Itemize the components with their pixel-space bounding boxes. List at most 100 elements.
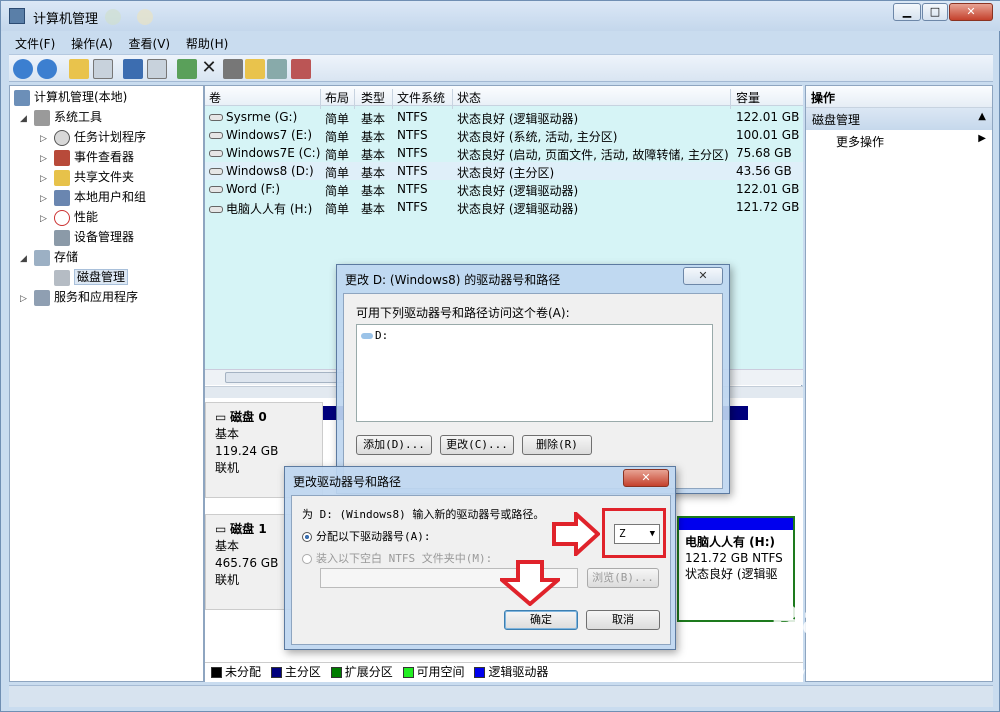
volume-list-header: 卷 布局 类型 文件系统 状态 容量 [205, 86, 803, 109]
services-icon [34, 289, 50, 306]
legend: 未分配 主分区 扩展分区 可用空间 逻辑驱动器 [205, 662, 803, 682]
col-type[interactable]: 类型 [361, 89, 393, 109]
drive-icon [209, 206, 223, 213]
change-letter-path-dialog: 更改驱动器号和路径 ✕ 为 D: (Windows8) 输入新的驱动器号或路径。… [284, 466, 676, 650]
open-folder-icon[interactable] [245, 59, 265, 79]
col-status[interactable]: 状态 [457, 89, 731, 109]
table-row[interactable]: Windows7 (E:) 简单 基本 NTFS 状态良好 (系统, 活动, 主… [205, 126, 803, 144]
tree-item-computer-management[interactable]: 计算机管理(本地) [14, 87, 127, 107]
search-icon[interactable] [267, 59, 287, 79]
tree-item-system-tools[interactable]: ◢ 系统工具 [20, 107, 102, 127]
toolbar: ✕ [9, 54, 993, 82]
dialog1-body: 可用下列驱动器号和路径访问这个卷(A): D: 添加(D)... 更改(C)..… [343, 293, 723, 489]
browse-button[interactable]: 浏览(B)... [587, 568, 659, 588]
actions-section-disk-management[interactable]: 磁盘管理 ▲ [806, 108, 992, 130]
collapsed-arrow-icon[interactable]: ▷ [20, 289, 30, 309]
collapsed-arrow-icon[interactable]: ▷ [40, 149, 50, 169]
table-row-selected[interactable]: Windows8 (D:) 简单 基本 NTFS 状态良好 (主分区) 43.5… [205, 162, 803, 180]
tree-item-device-manager[interactable]: 设备管理器 [54, 227, 134, 247]
properties-icon[interactable] [223, 59, 243, 79]
tree-item-storage[interactable]: ◢ 存储 [20, 247, 78, 267]
delete-icon[interactable]: ✕ [199, 59, 219, 79]
forward-icon[interactable] [37, 59, 57, 79]
tree-item-disk-management[interactable]: 磁盘管理 [54, 267, 129, 287]
tree-item-event-viewer[interactable]: ▷ 事件查看器 [40, 147, 134, 167]
shared-folder-icon [54, 169, 70, 186]
dialog2-close-button[interactable]: ✕ [623, 469, 669, 487]
show-hide-action-pane-icon[interactable] [147, 59, 167, 79]
up-folder-icon[interactable] [69, 59, 89, 79]
legend-swatch-unallocated [211, 667, 222, 678]
tree-item-performance[interactable]: ▷ 性能 [40, 207, 98, 227]
disk-management-icon [54, 269, 70, 286]
drive-icon [361, 333, 373, 339]
back-icon[interactable] [13, 59, 33, 79]
dialog2-title: 更改驱动器号和路径 [293, 475, 402, 489]
col-filesystem[interactable]: 文件系统 [397, 89, 453, 109]
drive-icon [209, 114, 223, 121]
close-button[interactable]: ✕ [949, 3, 993, 21]
maximize-button[interactable]: □ [922, 3, 948, 21]
device-manager-icon [54, 229, 70, 246]
assign-letter-option[interactable]: 分配以下驱动器号(A): [302, 528, 431, 544]
mount-folder-option[interactable]: 装入以下空白 NTFS 文件夹中(M): [302, 550, 492, 566]
dialog1-prompt: 可用下列驱动器号和路径访问这个卷(A): [356, 306, 570, 320]
collapsed-arrow-icon[interactable]: ▷ [40, 209, 50, 229]
menu-help[interactable]: 帮助(H) [180, 31, 234, 56]
dialog1-close-button[interactable]: ✕ [683, 267, 723, 285]
tree-item-task-scheduler[interactable]: ▷ 任务计划程序 [40, 127, 146, 147]
collapse-icon[interactable]: ▲ [978, 111, 986, 122]
down-arrow-annotation [500, 560, 560, 606]
tree-item-services-apps[interactable]: ▷ 服务和应用程序 [20, 287, 138, 307]
table-row[interactable]: Sysrme (G:) 简单 基本 NTFS 状态良好 (逻辑驱动器) 122.… [205, 108, 803, 126]
change-drive-letter-dialog: 更改 D: (Windows8) 的驱动器号和路径 ✕ 可用下列驱动器号和路径访… [336, 264, 730, 494]
scrollbar-thumb[interactable] [225, 372, 345, 383]
refresh-icon[interactable] [177, 59, 197, 79]
expanded-arrow-icon[interactable]: ◢ [20, 109, 30, 129]
table-row[interactable]: 电脑人人有 (H:) 简单 基本 NTFS 状态良好 (逻辑驱动器) 121.7… [205, 198, 803, 216]
disk-icon: ▭ [215, 522, 231, 536]
drive-icon [209, 150, 223, 157]
table-row[interactable]: Word (F:) 简单 基本 NTFS 状态良好 (逻辑驱动器) 122.01… [205, 180, 803, 198]
actions-more[interactable]: 更多操作 ▶ [806, 130, 992, 152]
show-hide-tree-icon[interactable] [93, 59, 113, 79]
collapsed-arrow-icon[interactable]: ▷ [40, 189, 50, 209]
drive-icon [209, 132, 223, 139]
list-item[interactable]: D: [361, 329, 388, 342]
col-capacity[interactable]: 容量 [736, 89, 802, 109]
table-row[interactable]: Windows7E (C:) 简单 基本 NTFS 状态良好 (启动, 页面文件… [205, 144, 803, 162]
legend-swatch-primary [270, 667, 282, 678]
right-arrow-annotation [552, 512, 600, 556]
menu-action[interactable]: 操作(A) [65, 31, 119, 56]
ok-button[interactable]: 确定 [504, 610, 578, 630]
tree-item-shared-folders[interactable]: ▷ 共享文件夹 [40, 167, 134, 187]
radio-selected-icon[interactable] [302, 532, 312, 542]
legend-swatch-free [402, 667, 414, 678]
col-volume[interactable]: 卷 [209, 89, 321, 109]
computer-icon [14, 89, 30, 106]
submenu-arrow-icon: ▶ [978, 133, 986, 144]
title-bar: 计算机管理 ▁ □ ✕ [1, 1, 1000, 31]
computer-management-icon [9, 8, 25, 24]
disk-icon[interactable] [291, 59, 311, 79]
help-icon[interactable] [123, 59, 143, 79]
path-list[interactable]: D: [356, 324, 713, 422]
ghost-refresh-icon [105, 9, 121, 25]
add-button[interactable]: 添加(D)... [356, 435, 432, 455]
change-button[interactable]: 更改(C)... [440, 435, 514, 455]
expanded-arrow-icon[interactable]: ◢ [20, 249, 30, 269]
radio-unselected-icon[interactable] [302, 554, 312, 564]
legend-swatch-logical [474, 667, 486, 678]
menu-file[interactable]: 文件(F) [9, 31, 61, 56]
menu-view[interactable]: 查看(V) [123, 31, 177, 56]
minimize-button[interactable]: ▁ [893, 3, 921, 21]
clock-icon [54, 129, 70, 146]
drive-icon [209, 186, 223, 193]
col-layout[interactable]: 布局 [325, 89, 355, 109]
collapsed-arrow-icon[interactable]: ▷ [40, 129, 50, 149]
cancel-button[interactable]: 取消 [586, 610, 660, 630]
tree-item-local-users[interactable]: ▷ 本地用户和组 [40, 187, 146, 207]
remove-button[interactable]: 删除(R) [522, 435, 592, 455]
collapsed-arrow-icon[interactable]: ▷ [40, 169, 50, 189]
highlight-box [602, 508, 666, 558]
